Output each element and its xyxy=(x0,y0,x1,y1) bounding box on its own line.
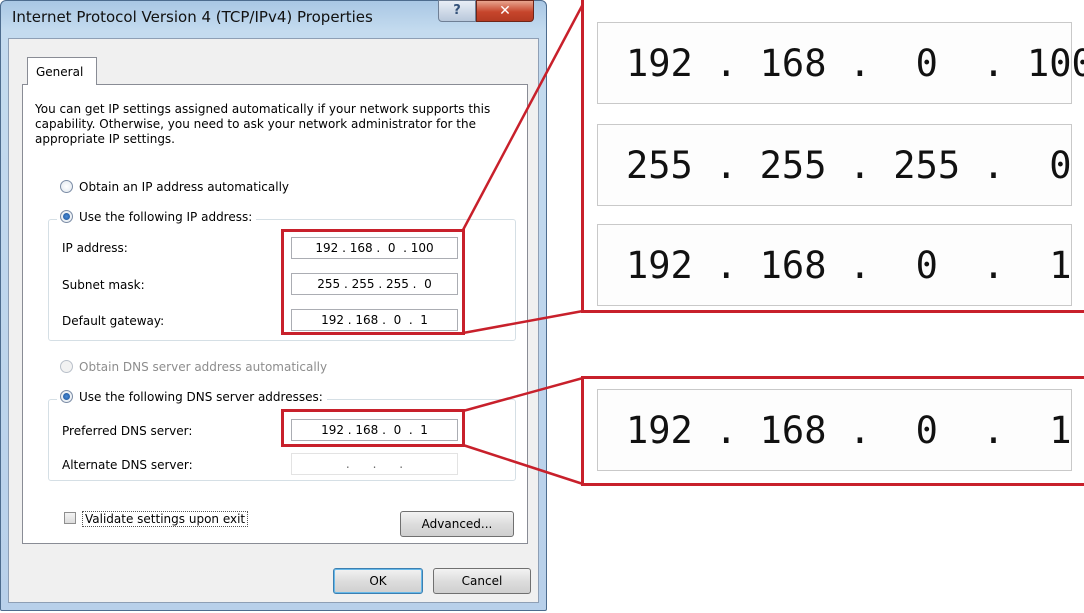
zoom-ip-address: 192 . 168 . 0 . 100 xyxy=(597,22,1084,104)
tab-general[interactable]: General xyxy=(27,57,97,85)
callout-line-dns-bottom xyxy=(462,443,584,486)
callout-line-bottom xyxy=(462,309,584,335)
callout-line-dns-top xyxy=(462,376,584,413)
callout-line-top xyxy=(461,3,585,231)
zoom-preferred-dns: 192 . 168 . 0 . 1 xyxy=(597,389,1072,471)
zoom-default-gateway: 192 . 168 . 0 . 1 xyxy=(597,224,1072,306)
zoom-subnet-mask: 255 . 255 . 255 . 0 xyxy=(597,124,1072,206)
